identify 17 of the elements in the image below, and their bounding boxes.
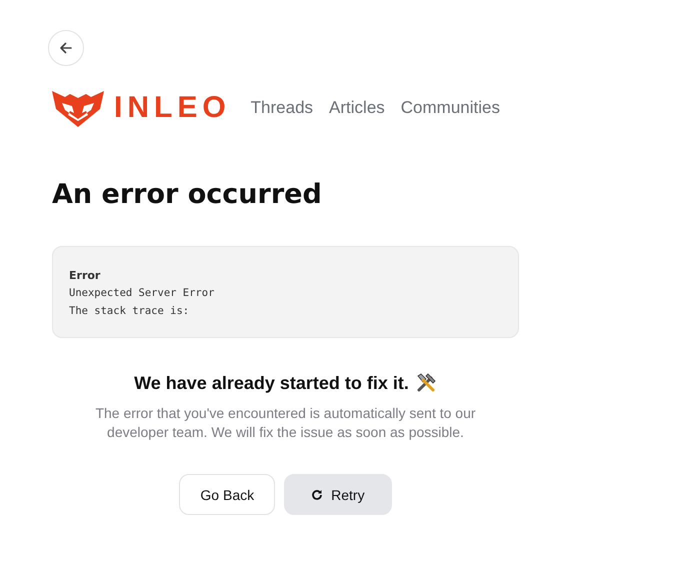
back-arrow-icon: [59, 41, 73, 55]
logo-text: INLEO: [114, 91, 231, 125]
lion-logo-icon: [52, 89, 104, 127]
hammer-wrench-icon: [414, 372, 437, 394]
error-label: Error: [69, 268, 102, 284]
nav-link[interactable]: Threads: [250, 98, 314, 118]
nav-link[interactable]: Articles: [329, 98, 385, 118]
retry-button[interactable]: Retry: [284, 474, 392, 515]
page-title: An error occurred: [52, 179, 323, 210]
error-text: The stack trace is:: [69, 304, 190, 319]
message-heading: We have already started to fix it.: [134, 372, 409, 394]
error-text: Unexpected Server Error: [69, 286, 216, 301]
nav-link[interactable]: Communities: [400, 98, 500, 118]
message-text: The error that you've encountered is automatically sent to our developer team. We will fix the issue as soon as possible.: [94, 404, 477, 442]
refresh-icon: [311, 488, 324, 500]
back-button[interactable]: [48, 30, 84, 66]
go-back-button[interactable]: Go Back: [179, 474, 276, 515]
